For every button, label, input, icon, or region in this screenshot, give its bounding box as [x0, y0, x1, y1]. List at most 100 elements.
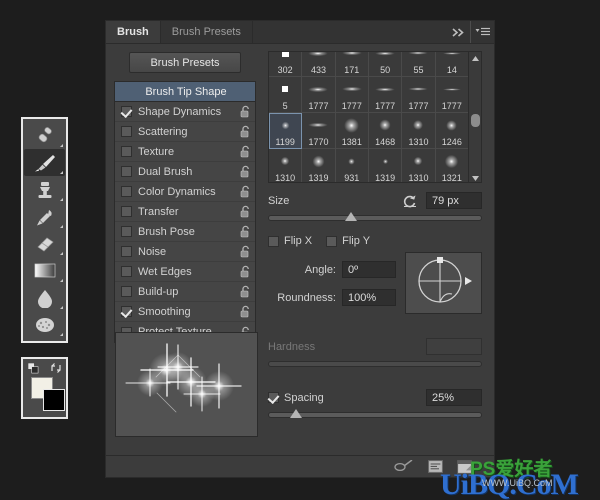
brush-cell[interactable]: 1777 [335, 77, 369, 113]
option-smoothing[interactable]: Smoothing [115, 302, 255, 322]
tab-brush-presets[interactable]: Brush Presets [160, 21, 253, 43]
scroll-up-arrow-icon[interactable] [469, 52, 481, 64]
size-slider-knob[interactable] [345, 212, 358, 221]
brush-cell[interactable]: 14 [435, 52, 469, 77]
option-checkbox[interactable] [121, 286, 132, 297]
brush-cell[interactable]: 1319 [369, 149, 403, 182]
lock-icon[interactable] [240, 285, 251, 298]
brush-cell[interactable]: 1246 [435, 113, 469, 149]
panel-menu-icon[interactable] [470, 21, 494, 43]
option-texture[interactable]: Texture [115, 142, 255, 162]
brush-cell[interactable]: 931 [336, 149, 369, 182]
roundness-value-field[interactable]: 100% [342, 289, 396, 306]
history-brush-tool[interactable] [24, 203, 65, 230]
lock-icon[interactable] [240, 145, 251, 158]
option-color-dynamics[interactable]: Color Dynamics [115, 182, 255, 202]
blur-smudge-tool[interactable] [24, 284, 65, 311]
background-color-swatch[interactable] [43, 389, 65, 411]
eraser-tool[interactable] [24, 230, 65, 257]
brush-cell[interactable]: 1770 [302, 113, 336, 149]
lock-icon[interactable] [240, 305, 251, 318]
brush-angle-dial[interactable] [405, 252, 482, 314]
healing-brush-tool[interactable] [24, 122, 65, 149]
create-new-brush-icon[interactable] [457, 459, 472, 474]
option-checkbox[interactable] [121, 186, 132, 197]
brush-thumbnail [436, 149, 468, 173]
flip-x-checkbox[interactable] [268, 235, 279, 247]
brush-cell[interactable]: 1319 [302, 149, 336, 182]
option-checkbox[interactable] [121, 126, 132, 137]
dodge-sponge-tool[interactable] [24, 311, 65, 338]
scrollbar-thumb[interactable] [471, 114, 480, 127]
option-checkbox[interactable] [121, 246, 132, 257]
double-chevron-right-icon[interactable] [448, 21, 470, 43]
option-shape-dynamics[interactable]: Shape Dynamics [115, 102, 255, 122]
option-checkbox[interactable] [121, 306, 132, 317]
spacing-slider[interactable] [268, 409, 482, 418]
brush-cell-selected[interactable]: 1199 [269, 113, 303, 149]
brush-cell[interactable]: 1310 [269, 149, 303, 182]
option-transfer[interactable]: Transfer [115, 202, 255, 222]
brush-thumbnail [402, 113, 434, 137]
option-brush-tip-shape[interactable]: Brush Tip Shape [115, 82, 255, 102]
option-noise[interactable]: Noise [115, 242, 255, 262]
option-checkbox[interactable] [121, 106, 132, 117]
option-checkbox[interactable] [121, 206, 132, 217]
option-build-up[interactable]: Build-up [115, 282, 255, 302]
option-scattering[interactable]: Scattering [115, 122, 255, 142]
option-dual-brush[interactable]: Dual Brush [115, 162, 255, 182]
brush-cell[interactable]: 1777 [435, 77, 469, 113]
brush-cell[interactable]: 1310 [402, 113, 436, 149]
lock-icon[interactable] [240, 105, 251, 118]
brush-cell[interactable]: 1777 [302, 77, 336, 113]
clone-stamp-tool[interactable] [24, 176, 65, 203]
brush-thumbnail-grid[interactable]: 302 433 171 50 55 14 5 1777 1777 1777 17… [268, 51, 482, 183]
option-wet-edges[interactable]: Wet Edges [115, 262, 255, 282]
brush-cell[interactable]: 1777 [402, 77, 436, 113]
brush-cell[interactable]: 1310 [402, 149, 436, 182]
brush-cell[interactable]: 1381 [335, 113, 369, 149]
brush-cell[interactable]: 1468 [368, 113, 403, 149]
brush-tool[interactable] [24, 149, 65, 176]
flip-y-checkbox[interactable] [326, 235, 338, 247]
brush-thumbnail [269, 77, 301, 101]
spacing-slider-knob[interactable] [290, 409, 303, 418]
lock-icon[interactable] [240, 165, 251, 178]
brush-size-label: 1321 [441, 173, 462, 183]
lock-icon[interactable] [240, 245, 251, 258]
size-value-field[interactable]: 79 px [426, 192, 482, 209]
brush-presets-button[interactable]: Brush Presets [129, 52, 241, 73]
brush-cell[interactable]: 171 [335, 52, 369, 77]
brush-cell[interactable]: 302 [269, 52, 303, 77]
option-brush-pose[interactable]: Brush Pose [115, 222, 255, 242]
option-checkbox[interactable] [121, 146, 132, 157]
brush-cell[interactable]: 1777 [368, 77, 403, 113]
brush-thumbnail [269, 149, 301, 173]
reset-size-icon[interactable] [403, 194, 419, 208]
gradient-tool[interactable] [24, 257, 65, 284]
tab-brush[interactable]: Brush [106, 21, 161, 43]
brush-grid-scrollbar[interactable] [468, 52, 481, 182]
size-slider[interactable] [268, 212, 482, 221]
lock-icon[interactable] [240, 265, 251, 278]
brush-cell[interactable]: 5 [269, 77, 303, 113]
toggle-brush-settings-icon[interactable] [394, 460, 414, 473]
option-checkbox[interactable] [121, 226, 132, 237]
brush-cell[interactable]: 50 [368, 52, 403, 77]
brush-cell[interactable]: 433 [302, 52, 336, 77]
spacing-checkbox[interactable] [268, 392, 279, 403]
scroll-down-arrow-icon[interactable] [469, 172, 481, 182]
spacing-value-field[interactable]: 25% [426, 389, 482, 406]
lock-icon[interactable] [240, 185, 251, 198]
lock-icon[interactable] [240, 125, 251, 138]
option-checkbox[interactable] [121, 266, 132, 277]
default-colors-icon[interactable] [28, 363, 39, 374]
brush-cell[interactable]: 1321 [436, 149, 469, 183]
swap-colors-icon[interactable] [50, 362, 62, 374]
angle-value-field[interactable]: 0º [342, 261, 396, 278]
lock-icon[interactable] [240, 225, 251, 238]
option-checkbox[interactable] [121, 166, 132, 177]
open-preset-manager-icon[interactable] [428, 460, 443, 473]
lock-icon[interactable] [240, 205, 251, 218]
brush-cell[interactable]: 55 [402, 52, 436, 77]
